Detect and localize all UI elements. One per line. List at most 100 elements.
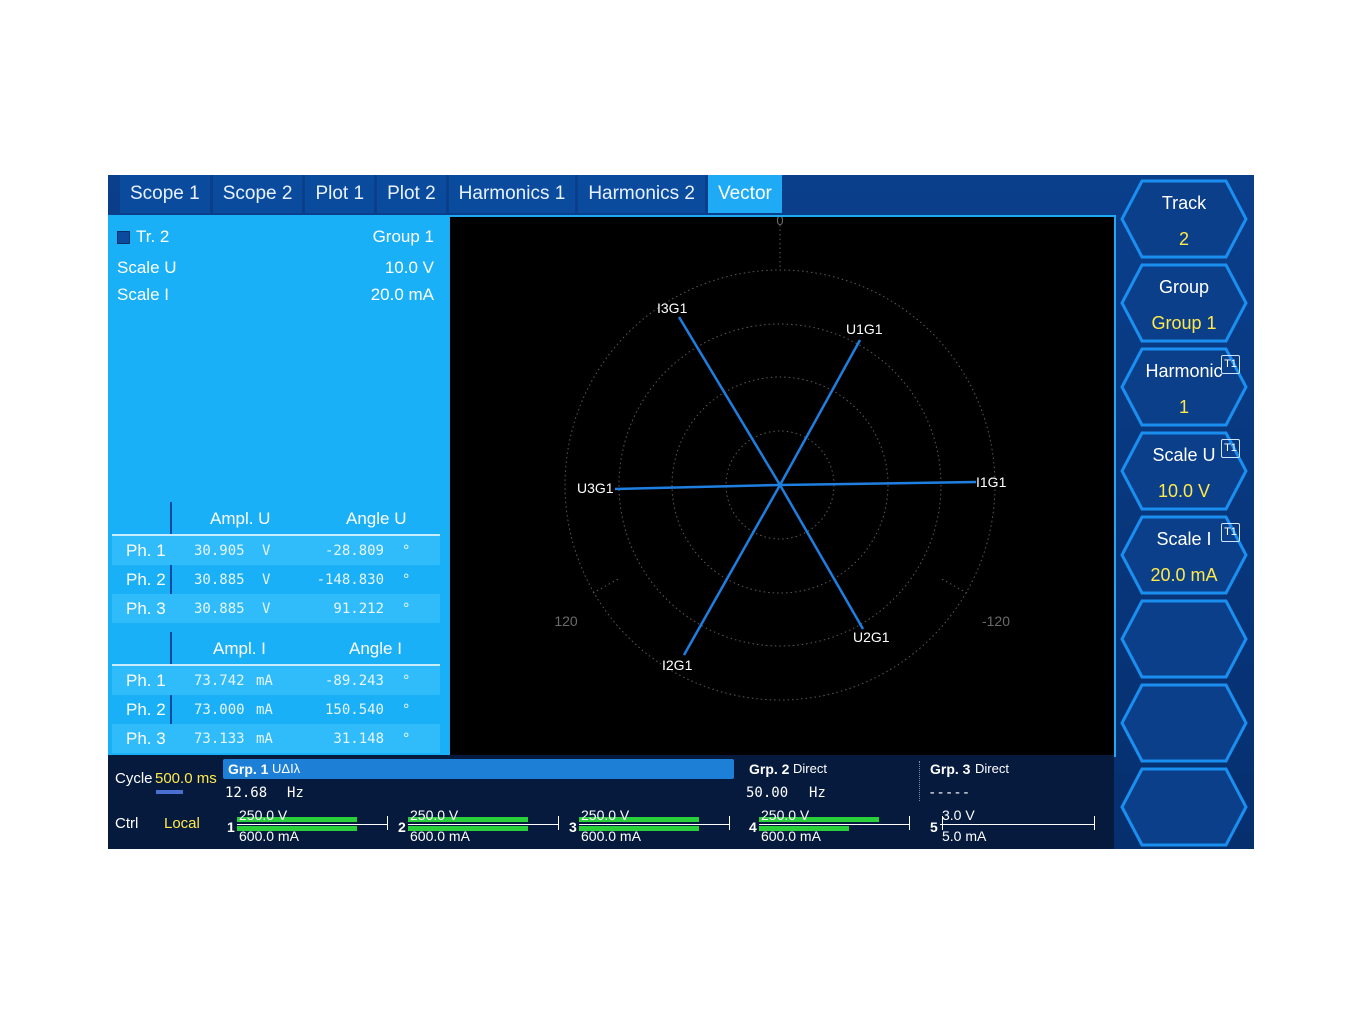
table-row: Ph. 1 30.905 V -28.809 °: [112, 536, 440, 565]
softkey-empty-8[interactable]: [1120, 767, 1248, 847]
tab-plot-1[interactable]: Plot 1: [305, 175, 375, 213]
group-1-mode: UΔIλ: [272, 761, 301, 776]
touch-badge-icon: T1: [1221, 439, 1240, 458]
level-axis-end: [387, 816, 388, 830]
vector-label-i3g1: I3G1: [657, 300, 688, 316]
unit-label: mA: [256, 702, 273, 718]
softkey-value: 20.0 mA: [1150, 565, 1218, 585]
angle-value: 31.148: [333, 731, 384, 747]
group-1-name: Grp. 1: [228, 761, 269, 777]
table-row: Ph. 1 73.742 mA -89.243 °: [112, 666, 440, 695]
status-bar: Cycle 500.0 ms Ctrl Local Grp. 1 UΔIλ 12…: [108, 755, 1114, 849]
tab-scope-2[interactable]: Scope 2: [212, 175, 303, 213]
softkey-track[interactable]: Track 2: [1120, 179, 1248, 259]
track-row: Tr. 2 Group 1: [117, 227, 434, 249]
softkey-frame: [1120, 767, 1248, 847]
phasor-lines: [614, 316, 977, 656]
vector-label-u2g1: U2G1: [853, 629, 890, 645]
touch-badge-icon: T1: [1221, 355, 1240, 374]
table-row: Ph. 2 30.885 V -148.830 °: [112, 565, 440, 594]
channel-3[interactable]: 3 250.0 V 600.0 mA: [569, 807, 731, 845]
group-1-frequency: 12.68: [225, 785, 268, 801]
track-label: Tr. 2: [136, 227, 170, 246]
group-1-freq-unit: Hz: [287, 785, 304, 801]
ctrl-value: Local: [164, 815, 200, 832]
table-row: Ph. 3 73.133 mA 31.148 °: [112, 724, 440, 753]
softkey-value: 1: [1178, 397, 1189, 417]
ampl-value: 30.885: [194, 601, 245, 617]
angle-value: -89.243: [324, 673, 384, 689]
level-axis-end: [1094, 816, 1095, 830]
angle-value: 150.540: [324, 702, 384, 718]
angle-value: -148.830: [316, 572, 384, 588]
vector-i2g1: [682, 484, 782, 656]
channel-voltage-range: 250.0 V: [761, 807, 810, 823]
softkey-group[interactable]: Group Group 1: [1120, 263, 1248, 343]
degree-label: °: [402, 601, 411, 617]
phase-label: Ph. 1: [126, 541, 166, 560]
ampl-u-header: Ampl. U: [210, 509, 271, 528]
vector-u1g1: [778, 339, 862, 486]
group-1-header[interactable]: Grp. 1 UΔIλ: [223, 759, 734, 779]
angle-label-minus-120: -120: [982, 613, 1010, 629]
axis-tick-120: [592, 577, 621, 594]
track-color-indicator: [117, 231, 130, 245]
channel-current-range: 600.0 mA: [410, 828, 470, 844]
channel-2[interactable]: 2 250.0 V 600.0 mA: [398, 807, 560, 845]
ampl-value: 73.133: [194, 731, 245, 747]
current-table: Ampl. I Angle I Ph. 1 73.742 mA -89.243 …: [112, 632, 440, 753]
softkey-harmonic[interactable]: Harmonic 1 T1: [1120, 347, 1248, 427]
tab-harmonics-1[interactable]: Harmonics 1: [448, 175, 576, 213]
channel-voltage-range: 3.0 V: [942, 807, 975, 823]
vector-i1g1: [779, 480, 977, 487]
cycle-value: 500.0 ms: [155, 770, 217, 787]
unit-label: V: [262, 543, 271, 559]
angle-label-0: 0: [776, 217, 783, 228]
vector-u3g1: [614, 483, 781, 491]
voltage-table-header: Ampl. U Angle U: [112, 502, 440, 536]
phase-label: Ph. 3: [126, 729, 166, 748]
tab-plot-2[interactable]: Plot 2: [377, 175, 446, 213]
ampl-value: 30.905: [194, 543, 245, 559]
scale-u-value: 10.0 V: [384, 258, 434, 277]
channel-voltage-range: 250.0 V: [581, 807, 630, 823]
cycle-label: Cycle: [115, 770, 153, 787]
angle-u-header: Angle U: [346, 509, 407, 528]
softkey-label: Track: [1161, 193, 1207, 213]
channel-voltage-range: 250.0 V: [410, 807, 459, 823]
unit-label: mA: [256, 673, 273, 689]
vector-display[interactable]: 0 120 -120 U1G1 U2G1 U3G1 I1G1 I2G1 I3G1: [448, 215, 1116, 757]
group-2-frequency: 50.00: [746, 785, 789, 801]
touch-badge-icon: T1: [1221, 523, 1240, 542]
group-divider: [919, 761, 921, 801]
softkey-scale-i[interactable]: Scale I 20.0 mA T1: [1120, 515, 1248, 595]
table-row: Ph. 2 73.000 mA 150.540 °: [112, 695, 440, 724]
channel-index: 3: [569, 819, 577, 835]
softkey-empty-6[interactable]: [1120, 599, 1248, 679]
angle-value: -28.809: [324, 543, 384, 559]
polar-grid: [564, 225, 996, 701]
instrument-screen: Scope 1 Scope 2 Plot 1 Plot 2 Harmonics …: [108, 175, 1254, 849]
tab-harmonics-2[interactable]: Harmonics 2: [578, 175, 705, 213]
ampl-value: 73.000: [194, 702, 245, 718]
softkey-empty-7[interactable]: [1120, 683, 1248, 763]
vector-u2g1: [778, 484, 865, 630]
channel-current-range: 600.0 mA: [761, 828, 821, 844]
channel-current-range: 5.0 mA: [942, 828, 987, 844]
channel-1[interactable]: 1 250.0 V 600.0 mA: [227, 807, 389, 845]
channel-4[interactable]: 4 250.0 V 600.0 mA: [749, 807, 911, 845]
phase-label: Ph. 1: [126, 671, 166, 690]
cycle-progress-bar: [156, 790, 183, 794]
degree-label: °: [402, 731, 411, 747]
phasor-diagram: 0 120 -120 U1G1 U2G1 U3G1 I1G1 I2G1 I3G1: [554, 217, 1010, 701]
level-axis-end: [558, 816, 559, 830]
unit-label: V: [262, 601, 271, 617]
channel-index: 2: [398, 819, 406, 835]
channel-5[interactable]: 5 3.0 V 5.0 mA: [930, 807, 1100, 845]
scale-u-row: Scale U 10.0 V: [117, 258, 434, 280]
softkey-scale-u[interactable]: Scale U 10.0 V T1: [1120, 431, 1248, 511]
tab-scope-1[interactable]: Scope 1: [120, 175, 210, 213]
tab-vector[interactable]: Vector: [707, 175, 782, 213]
ampl-value: 73.742: [194, 673, 245, 689]
group-label: Group 1: [372, 227, 434, 246]
